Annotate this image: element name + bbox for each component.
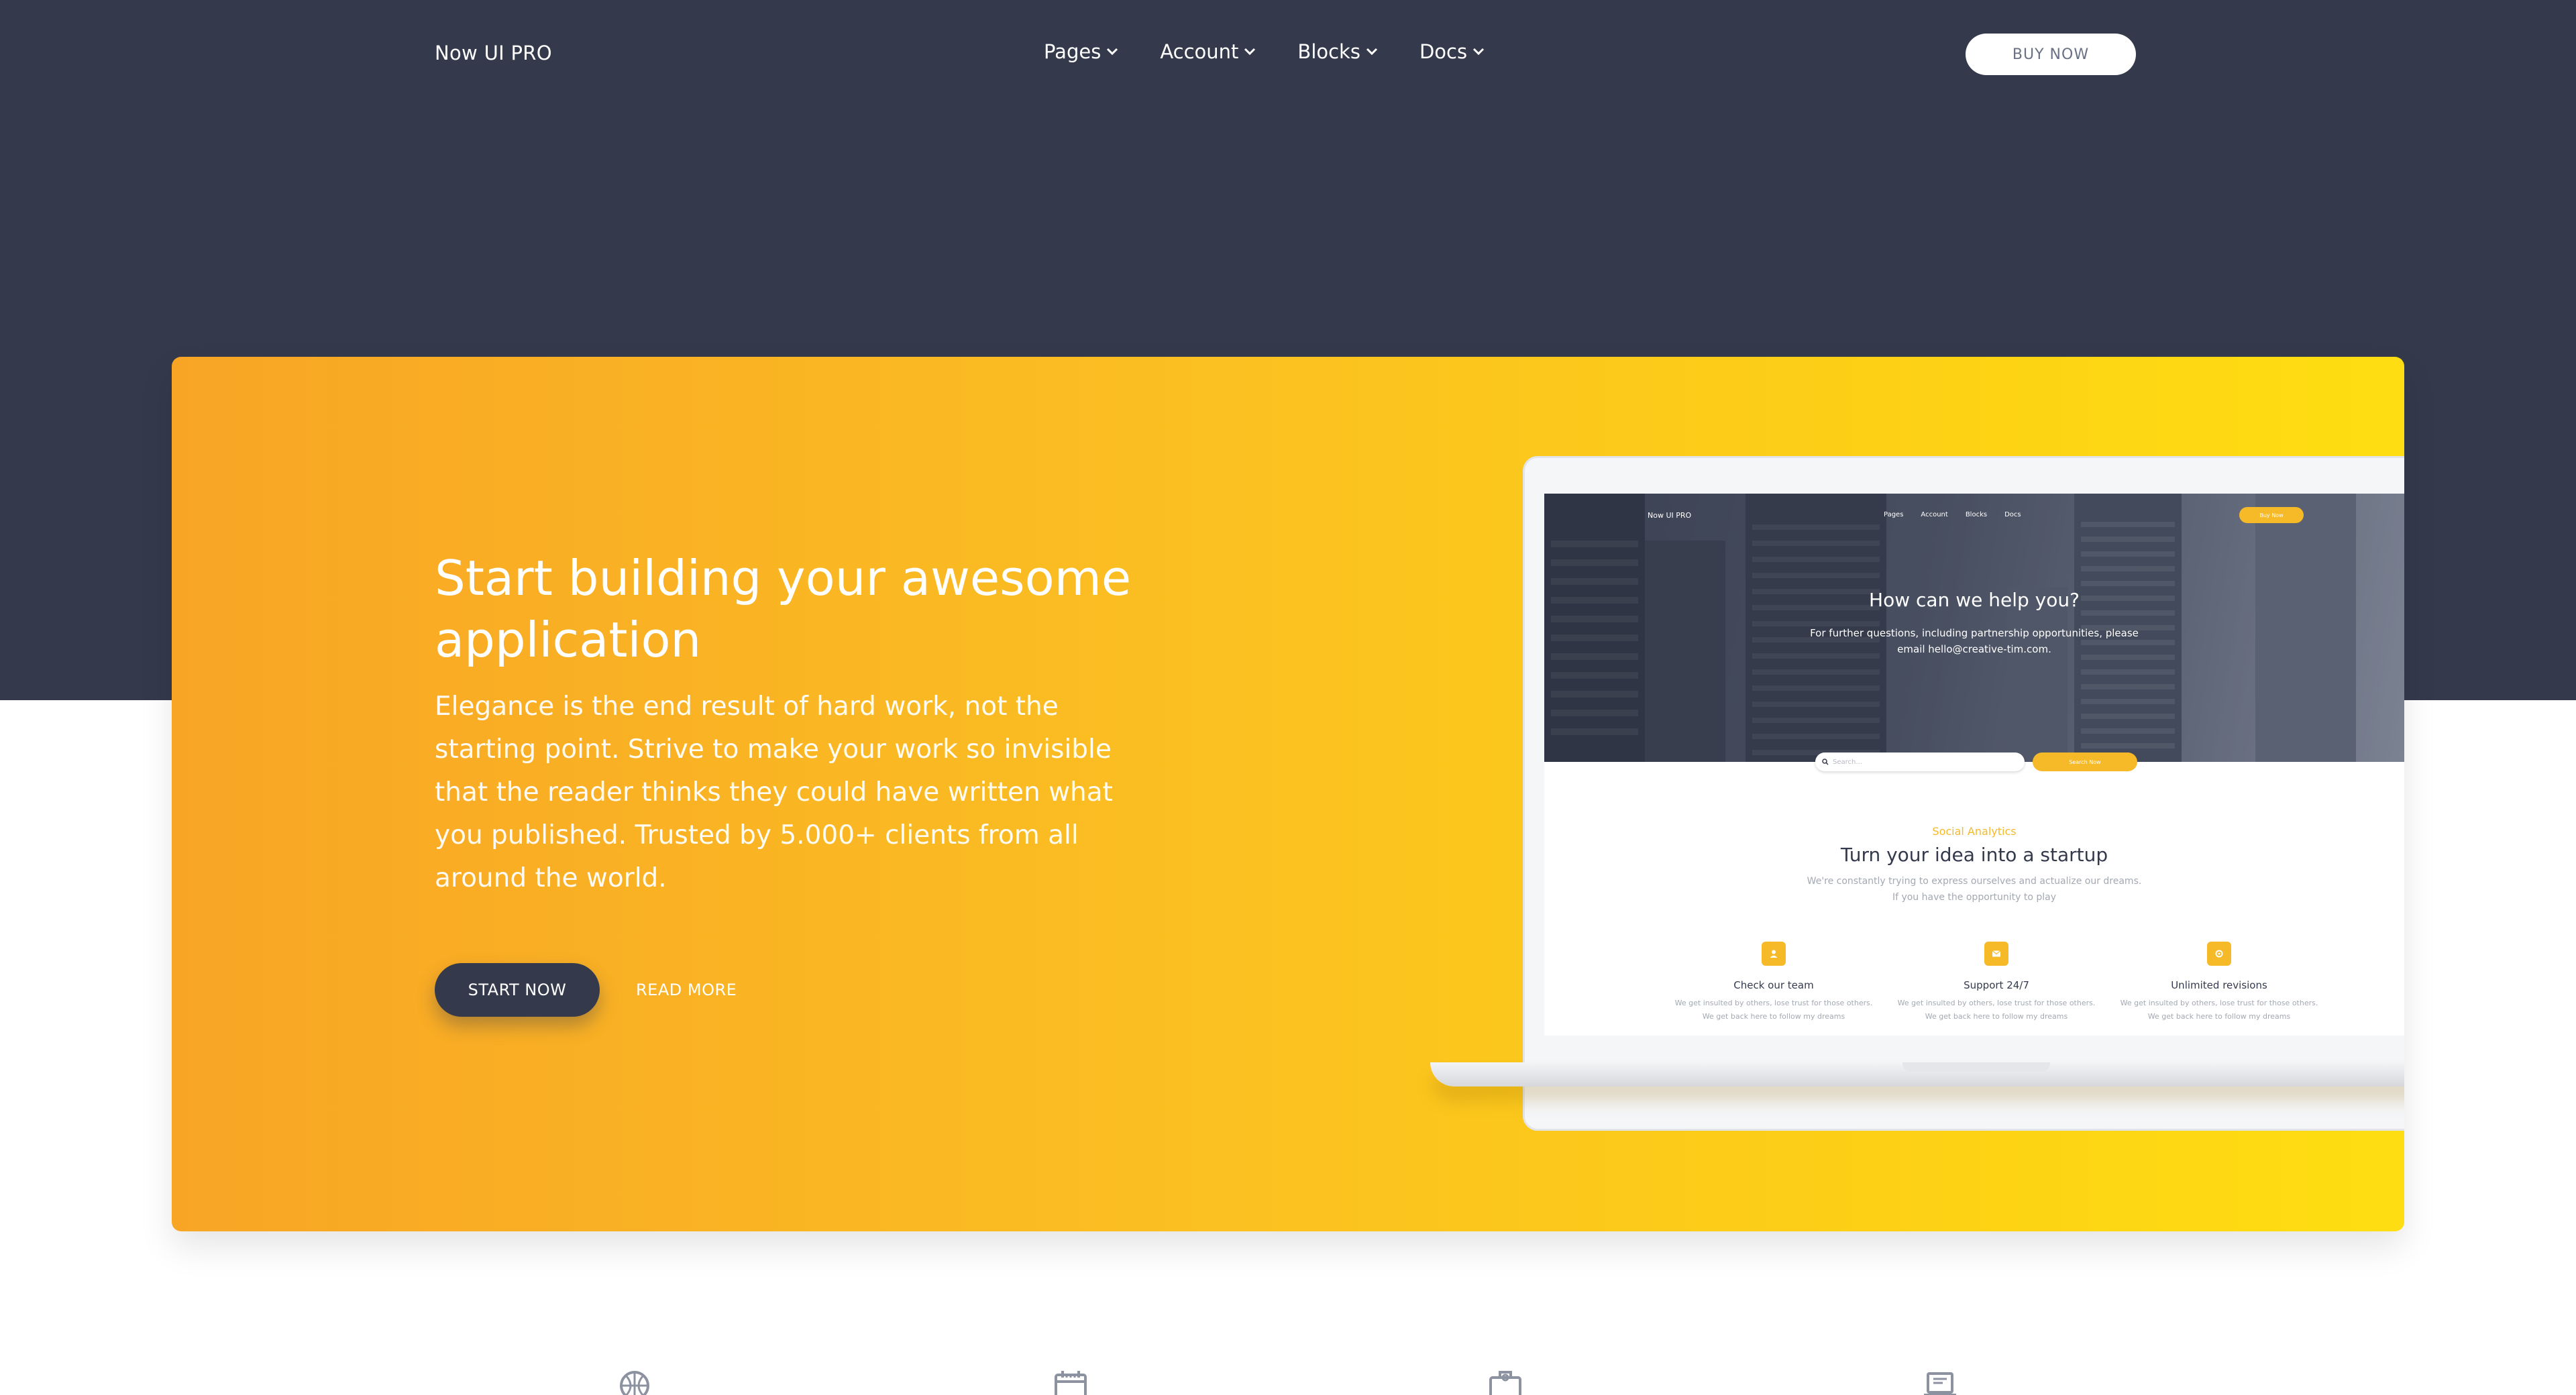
mockup-nav-item: Pages	[1884, 511, 1904, 518]
chevron-down-icon	[1244, 48, 1256, 56]
mockup-buy-button: Buy Now	[2239, 507, 2304, 523]
mockup-search-input: Search...	[1815, 752, 2025, 771]
nav-account-label: Account	[1160, 40, 1239, 63]
mockup-heading: Turn your idea into a startup	[1840, 844, 2108, 866]
user-icon	[1762, 942, 1786, 966]
mockup-feature: Unlimited revisions We get insulted by o…	[2118, 942, 2320, 1023]
hero-title: Start building your awesome application	[435, 550, 1132, 668]
globe-icon	[620, 1371, 649, 1395]
mockup-feature-title: Support 24/7	[1964, 979, 2029, 991]
read-more-link[interactable]: READ MORE	[636, 963, 737, 1017]
mockup-feature-text: We get insulted by others, lose trust fo…	[2120, 999, 2318, 1021]
chevron-down-icon	[1473, 48, 1485, 56]
mockup-lead: We're constantly trying to express ourse…	[1807, 876, 2142, 903]
laptop-notch	[1902, 1062, 2050, 1072]
mockup-brand: Now UI PRO	[1648, 511, 1692, 520]
laptop-icon	[1924, 1372, 1956, 1395]
buy-now-button[interactable]: BUY NOW	[1966, 34, 2136, 75]
briefcase-icon	[1489, 1371, 1521, 1395]
mockup-search-button: Search Now	[2033, 752, 2137, 771]
mockup-nav-item: Docs	[2004, 511, 2021, 518]
mockup-search-placeholder: Search...	[1833, 758, 1862, 766]
nav-docs[interactable]: Docs	[1419, 40, 1485, 63]
chevron-down-icon	[1107, 48, 1118, 56]
nav-pages-label: Pages	[1044, 40, 1102, 63]
nav-blocks[interactable]: Blocks	[1297, 40, 1378, 63]
mockup-feature-title: Unlimited revisions	[2171, 979, 2267, 991]
mockup-feature-text: We get insulted by others, lose trust fo…	[1674, 999, 1873, 1021]
settings-icon	[2207, 942, 2231, 966]
main-nav: Pages Account Blocks Docs	[1044, 40, 1526, 63]
mockup-title: How can we help you?	[1869, 589, 2080, 611]
mockup-nav: Pages Account Blocks Docs	[1884, 511, 2039, 518]
nav-docs-label: Docs	[1419, 40, 1468, 63]
mockup-nav-item: Account	[1921, 511, 1948, 518]
mockup-hero-image: Now UI PRO Pages Account Blocks Docs Buy…	[1544, 494, 2404, 762]
hero-card: Start building your awesome application …	[172, 357, 2404, 1231]
brand-logo[interactable]: Now UI PRO	[435, 42, 552, 64]
mockup-subtitle: For further questions, including partner…	[1810, 627, 2139, 655]
hero-description: Elegance is the end result of hard work,…	[435, 691, 1113, 893]
chevron-down-icon	[1366, 48, 1378, 56]
mockup-feature: Support 24/7 We get insulted by others, …	[1896, 942, 2097, 1023]
calendar-icon	[1055, 1371, 1087, 1395]
start-now-button[interactable]: START NOW	[435, 963, 600, 1017]
search-icon	[1822, 759, 1829, 765]
nav-blocks-label: Blocks	[1297, 40, 1360, 63]
mockup-nav-item: Blocks	[1965, 511, 1988, 518]
mail-icon	[1984, 942, 2008, 966]
nav-pages[interactable]: Pages	[1044, 40, 1118, 63]
mockup-feature-text: We get insulted by others, lose trust fo…	[1897, 999, 2096, 1021]
laptop-screen: Now UI PRO Pages Account Blocks Docs Buy…	[1544, 494, 2404, 1036]
mockup-feature: Check our team We get insulted by others…	[1673, 942, 1874, 1023]
mockup-eyebrow: Social Analytics	[1932, 825, 2017, 838]
mockup-feature-title: Check our team	[1733, 979, 1814, 991]
nav-account[interactable]: Account	[1160, 40, 1256, 63]
